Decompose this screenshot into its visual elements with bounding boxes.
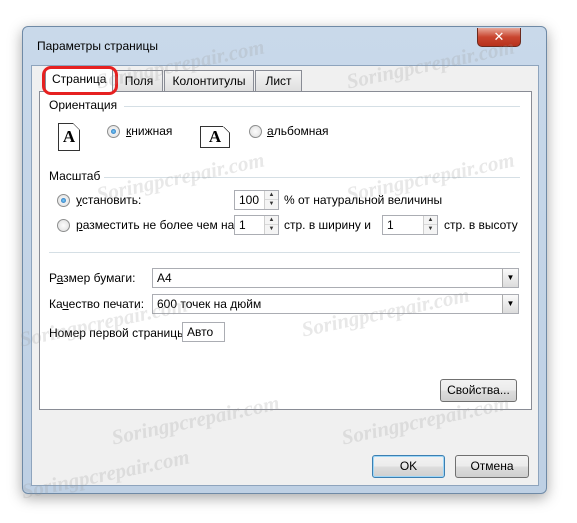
first-page-number-value: Авто — [187, 325, 214, 339]
tab-highlight-annotation — [42, 66, 118, 95]
fit-pages-tall-spinner[interactable]: 1 ▲ ▼ — [382, 215, 438, 235]
scaling-bottom-separator — [49, 252, 520, 253]
orientation-group-title: Ориентация — [49, 98, 118, 112]
scale-percent-spinner[interactable]: 100 ▲ ▼ — [234, 190, 279, 210]
tab-panel-page: Ориентация A книжная A альбомная Масштаб… — [39, 91, 532, 410]
spinner-up-icon[interactable]: ▲ — [424, 216, 437, 225]
scale-fit-label[interactable]: разместить не более чем на: — [76, 218, 238, 232]
chevron-down-icon[interactable]: ▼ — [502, 269, 518, 287]
tab-sheet[interactable]: Лист — [255, 70, 302, 91]
landscape-radio[interactable] — [249, 125, 262, 138]
scale-set-label[interactable]: установить: — [76, 193, 141, 207]
landscape-label[interactable]: альбомная — [267, 124, 329, 138]
spinner-up-icon[interactable]: ▲ — [265, 216, 278, 225]
portrait-page-icon: A — [58, 123, 80, 151]
fit-pages-wide-spinner[interactable]: 1 ▲ ▼ — [234, 215, 279, 235]
paper-size-select[interactable]: A4 ▼ — [152, 268, 519, 288]
page-setup-dialog: Параметры страницы ✕ Страница Поля Колон… — [22, 26, 547, 494]
tab-margins[interactable]: Поля — [115, 70, 163, 91]
paper-size-value: A4 — [157, 271, 172, 285]
scale-percent-suffix: % от натуральной величины — [284, 193, 443, 207]
first-page-number-input[interactable]: Авто — [182, 322, 225, 342]
spinner-down-icon[interactable]: ▼ — [424, 225, 437, 234]
spinner-down-icon[interactable]: ▼ — [265, 200, 278, 209]
print-quality-select[interactable]: 600 точек на дюйм ▼ — [152, 294, 519, 314]
chevron-down-icon[interactable]: ▼ — [502, 295, 518, 313]
portrait-label[interactable]: книжная — [126, 124, 172, 138]
fit-pages-wide-value: 1 — [239, 218, 246, 232]
ok-button[interactable]: OK — [372, 455, 445, 478]
spinner-down-icon[interactable]: ▼ — [265, 225, 278, 234]
scale-percent-value: 100 — [239, 193, 260, 207]
orientation-separator — [124, 106, 520, 107]
print-quality-label: Качество печати: — [49, 297, 145, 311]
scale-set-radio[interactable] — [57, 194, 70, 207]
fit-pages-tall-suffix: стр. в высоту — [444, 218, 518, 232]
first-page-number-label: Номер первой страницы: — [49, 326, 190, 340]
properties-button[interactable]: Свойства... — [440, 379, 517, 402]
print-quality-value: 600 точек на дюйм — [157, 297, 262, 311]
fit-pages-wide-suffix: стр. в ширину и — [284, 218, 371, 232]
portrait-radio[interactable] — [107, 125, 120, 138]
scaling-group-title: Масштаб — [49, 169, 101, 183]
tab-header-footer[interactable]: Колонтитулы — [164, 70, 254, 91]
fit-pages-tall-value: 1 — [387, 218, 394, 232]
landscape-page-icon: A — [200, 126, 230, 148]
dialog-title: Параметры страницы — [37, 39, 158, 53]
paper-size-label: Размер бумаги: — [49, 271, 136, 285]
scale-fit-radio[interactable] — [57, 219, 70, 232]
cancel-button[interactable]: Отмена — [455, 455, 529, 478]
close-icon: ✕ — [493, 29, 505, 44]
scaling-separator — [104, 177, 520, 178]
close-button[interactable]: ✕ — [477, 28, 521, 47]
dialog-client-area: Страница Поля Колонтитулы Лист Ориентаци… — [31, 65, 539, 486]
spinner-up-icon[interactable]: ▲ — [265, 191, 278, 200]
